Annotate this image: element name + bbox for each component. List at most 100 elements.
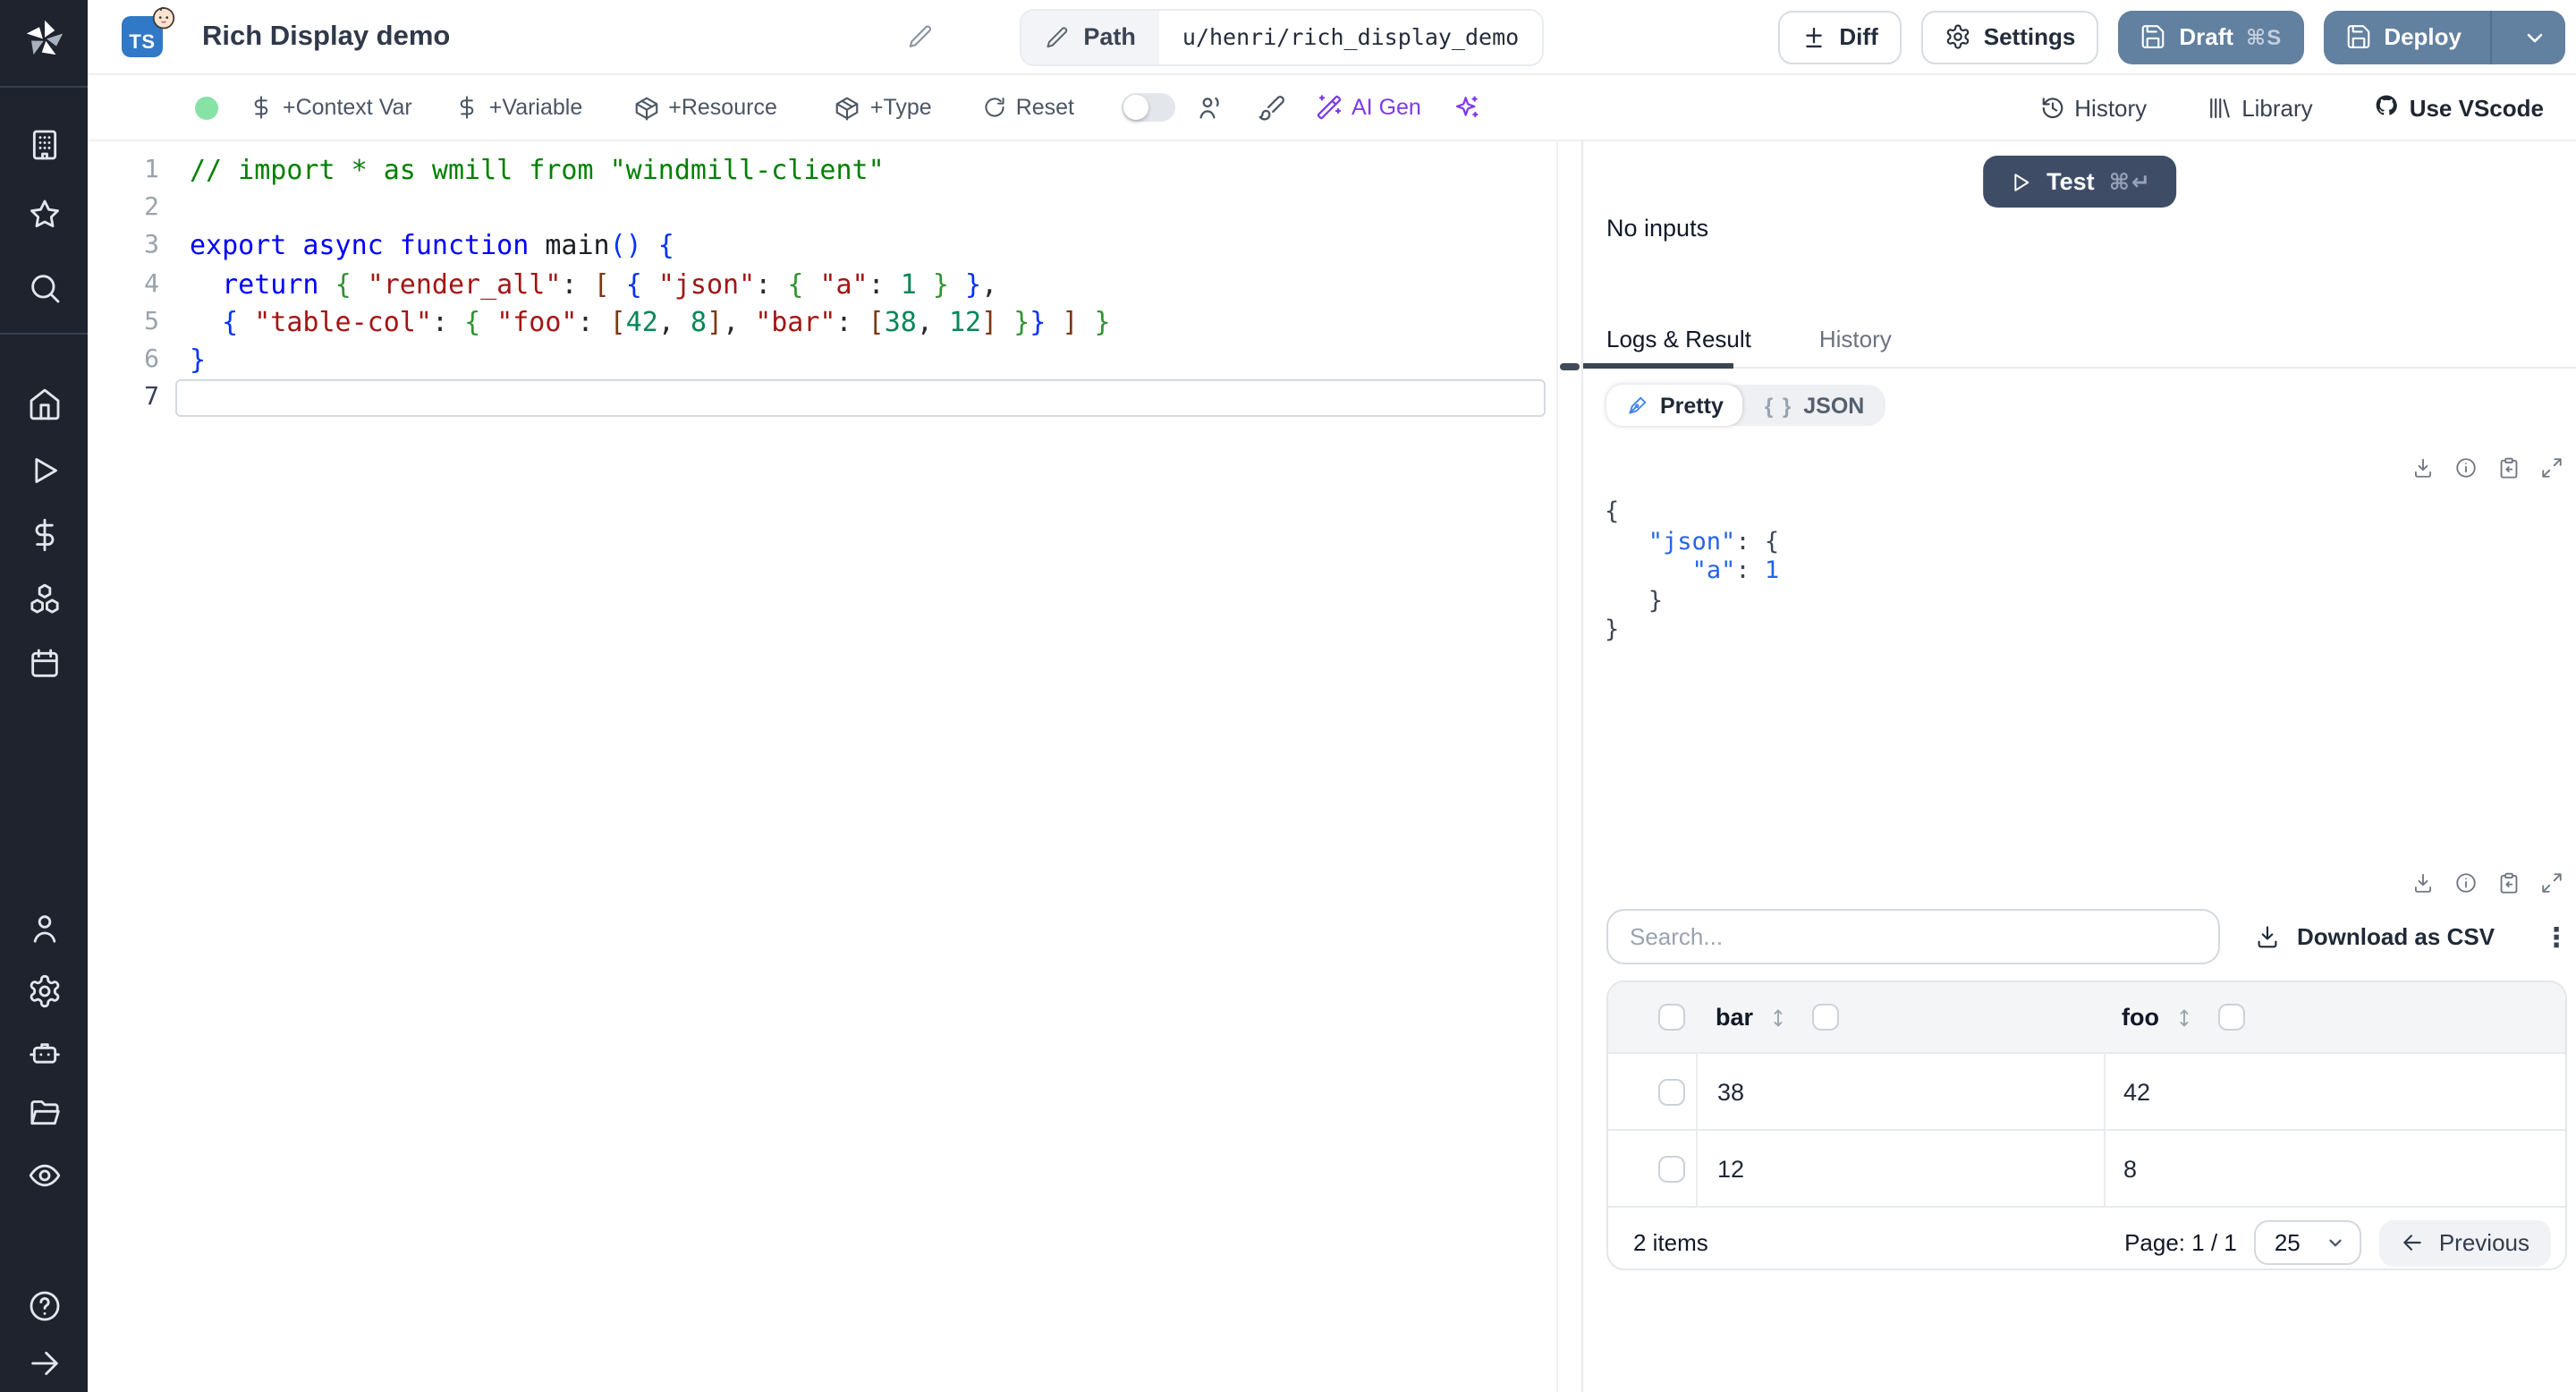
line-number: 7 xyxy=(144,383,159,412)
search-input[interactable] xyxy=(1606,909,2220,964)
line-number: 5 xyxy=(144,307,159,336)
row-checkbox[interactable] xyxy=(1658,1155,1685,1182)
table-row[interactable]: 12 8 xyxy=(1608,1129,2565,1206)
tab-history[interactable]: History xyxy=(1819,326,1892,352)
use-vscode-button[interactable]: Use VScode xyxy=(2372,93,2544,122)
line-number: 4 xyxy=(144,269,159,299)
chevron-down-icon[interactable] xyxy=(2504,24,2565,49)
building-icon[interactable] xyxy=(26,127,62,163)
row-checkbox[interactable] xyxy=(1658,1078,1685,1105)
table-body: 38 42 12 8 xyxy=(1608,1052,2565,1206)
save-icon xyxy=(2140,23,2166,50)
play-icon[interactable] xyxy=(26,453,62,488)
sidebar-divider xyxy=(0,86,88,88)
dollar-icon[interactable] xyxy=(26,517,62,553)
info-icon[interactable] xyxy=(2454,871,2478,895)
format-brush-icon[interactable] xyxy=(1257,93,1285,122)
sort-icon[interactable] xyxy=(1767,1006,1789,1028)
code-text[interactable]: // import * as wmill from "windmill-clie… xyxy=(190,153,885,185)
table-cell: 38 xyxy=(1717,1078,1745,1105)
test-button[interactable]: Test ⌘↵ xyxy=(1982,156,2177,208)
result-actions xyxy=(2411,456,2563,480)
add-context-var-button[interactable]: +Context Var xyxy=(249,95,412,120)
json-result: { "json": { "a": 1 }} xyxy=(1605,497,1779,645)
add-resource-button[interactable]: +Resource xyxy=(632,94,777,121)
sparkles-icon[interactable] xyxy=(1453,93,1482,122)
clipboard-copy-icon[interactable] xyxy=(2497,871,2521,895)
arrow-right-icon[interactable] xyxy=(26,1345,62,1381)
help-circle-icon[interactable] xyxy=(26,1288,62,1324)
diff-button[interactable]: Diff xyxy=(1778,10,1902,64)
toolbar-right: History Library Use VScode xyxy=(2038,93,2544,122)
column-header-bar[interactable]: bar xyxy=(1696,1004,2104,1031)
draft-button[interactable]: Draft ⌘S xyxy=(2118,10,2304,64)
multiplayer-users-icon[interactable] xyxy=(1196,93,1224,122)
edit-title-pencil-icon[interactable] xyxy=(906,23,933,50)
calendar-icon[interactable] xyxy=(26,646,62,682)
pen-nib-icon xyxy=(1629,396,1647,414)
download-icon[interactable] xyxy=(2411,456,2435,480)
expand-icon[interactable] xyxy=(2540,871,2563,895)
page-size-select[interactable]: 25 xyxy=(2254,1220,2362,1265)
pretty-toggle[interactable]: Pretty xyxy=(1606,385,1743,426)
table-row[interactable]: 38 42 xyxy=(1608,1052,2565,1129)
panel-resize-handle[interactable] xyxy=(1560,363,1580,370)
kebab-menu-icon[interactable]: ⋮ xyxy=(2538,912,2574,961)
library-button[interactable]: Library xyxy=(2206,94,2313,121)
folder-icon[interactable] xyxy=(26,1095,62,1131)
save-icon xyxy=(2344,23,2371,50)
previous-page-button[interactable]: Previous xyxy=(2379,1219,2551,1266)
ai-gen-button[interactable]: AI Gen xyxy=(1314,93,1421,122)
gear-icon[interactable] xyxy=(26,973,62,1009)
code-text[interactable]: } xyxy=(190,344,206,376)
code-line[interactable]: 6} xyxy=(88,341,1556,379)
column-header-foo[interactable]: foo xyxy=(2104,1004,2565,1031)
clipboard-copy-icon[interactable] xyxy=(2497,456,2521,480)
home-icon[interactable] xyxy=(26,386,62,422)
path-label[interactable]: Path xyxy=(1021,10,1159,64)
code-line[interactable]: 3 export async function main() { xyxy=(88,226,1556,265)
user-icon[interactable] xyxy=(26,911,62,946)
download-icon[interactable] xyxy=(2411,871,2435,895)
json-toggle[interactable]: { } JSON xyxy=(1743,393,1885,418)
line-number: 1 xyxy=(144,155,159,184)
table-result-actions xyxy=(2411,871,2563,895)
code-lines[interactable]: 1 // import * as wmill from "windmill-cli… xyxy=(88,150,1556,418)
code-line[interactable]: 7 xyxy=(88,378,1556,418)
code-line[interactable]: 1 // import * as wmill from "windmill-cli… xyxy=(88,150,1556,189)
code-text[interactable]: { "table-col": { "foo": [42, 8], "bar": … xyxy=(190,306,1110,338)
json-line: "a": 1 xyxy=(1691,556,1780,585)
search-icon[interactable] xyxy=(26,270,62,306)
items-count: 2 items xyxy=(1633,1229,1708,1256)
star-icon[interactable] xyxy=(26,197,62,233)
reset-button[interactable]: Reset xyxy=(982,95,1074,120)
expand-icon[interactable] xyxy=(2540,456,2563,480)
path-control[interactable]: Path u/henri/rich_display_demo xyxy=(1019,8,1545,65)
column-checkbox[interactable] xyxy=(1812,1004,1840,1031)
tab-logs-result[interactable]: Logs & Result xyxy=(1606,326,1751,352)
select-all-checkbox[interactable] xyxy=(1658,1004,1685,1031)
path-value[interactable]: u/henri/rich_display_demo xyxy=(1158,10,1543,64)
add-type-button[interactable]: +Type xyxy=(835,94,932,121)
play-icon xyxy=(2013,173,2029,191)
download-csv-button[interactable]: Download as CSV xyxy=(2254,909,2495,964)
sort-icon[interactable] xyxy=(2174,1006,2195,1028)
bot-icon[interactable] xyxy=(26,1036,62,1072)
eye-icon[interactable] xyxy=(26,1158,62,1193)
history-button[interactable]: History xyxy=(2038,94,2147,121)
deploy-button[interactable]: Deploy xyxy=(2323,10,2565,64)
multiplayer-toggle[interactable] xyxy=(1121,93,1174,122)
code-text[interactable]: export async function main() { xyxy=(190,229,674,261)
gear-icon xyxy=(1945,23,1971,50)
code-line[interactable]: 2 xyxy=(88,189,1556,227)
cubes-icon[interactable] xyxy=(26,581,62,617)
code-line[interactable]: 4 return { "render_all": [ { "json": { "… xyxy=(88,265,1556,303)
windmill-logo-icon[interactable] xyxy=(21,16,67,63)
code-line[interactable]: 5 { "table-col": { "foo": [42, 8], "bar"… xyxy=(88,302,1556,341)
code-text[interactable]: return { "render_all": [ { "json": { "a"… xyxy=(190,267,997,300)
column-checkbox[interactable] xyxy=(2218,1004,2245,1031)
add-variable-button[interactable]: +Variable xyxy=(455,95,582,120)
code-editor[interactable]: 1 // import * as wmill from "windmill-cli… xyxy=(88,141,1558,1392)
settings-button[interactable]: Settings xyxy=(1920,10,2099,64)
info-icon[interactable] xyxy=(2454,456,2478,480)
